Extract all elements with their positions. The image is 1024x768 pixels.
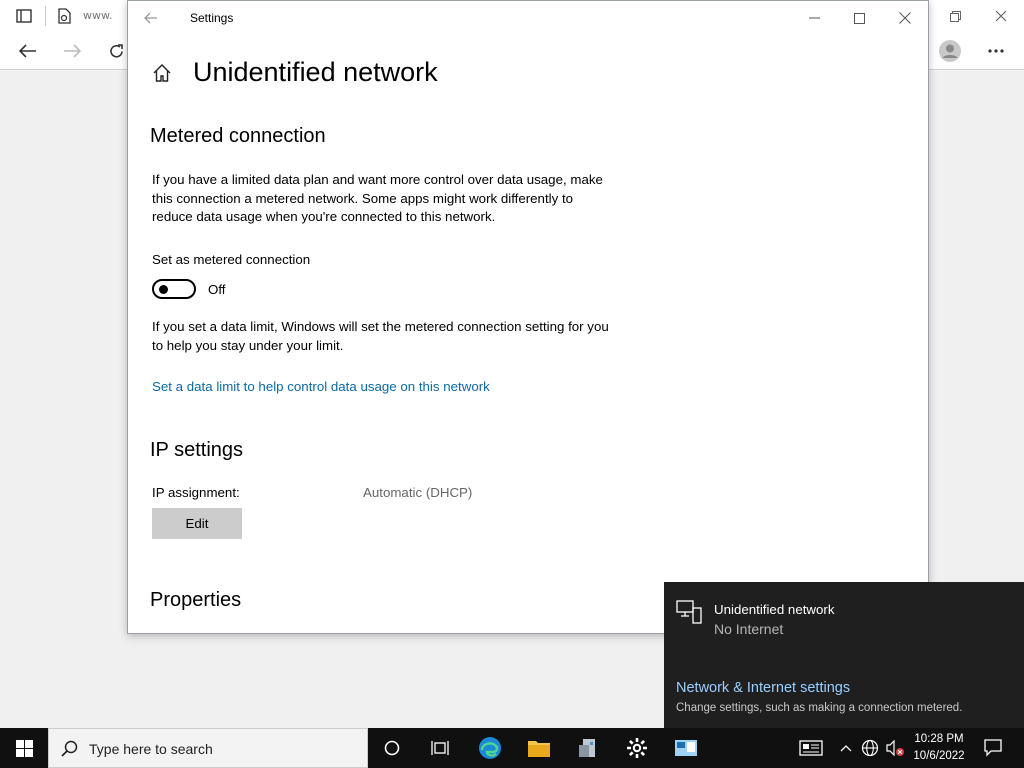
taskbar-search-box[interactable]: Type here to search	[48, 728, 368, 768]
network-control-panel-icon[interactable]	[662, 728, 710, 768]
ip-assignment-label: IP assignment:	[152, 485, 240, 500]
ip-settings-heading: IP settings	[150, 439, 244, 461]
home-icon[interactable]	[152, 63, 172, 83]
network-flyout: Unidentified network No Internet Network…	[664, 582, 1024, 728]
settings-gear-icon[interactable]	[613, 728, 661, 768]
task-view-icon[interactable]	[416, 728, 464, 768]
minimize-icon[interactable]	[799, 6, 829, 30]
metered-toggle-label: Set as metered connection	[152, 252, 311, 267]
start-button[interactable]	[0, 728, 48, 768]
ip-assignment-value: Automatic (DHCP)	[363, 485, 473, 500]
restore-icon[interactable]	[944, 6, 966, 26]
edit-ip-button[interactable]: Edit	[152, 508, 242, 539]
refresh-icon[interactable]	[104, 41, 128, 61]
volume-muted-icon[interactable]	[884, 728, 906, 768]
back-arrow-icon[interactable]	[16, 41, 40, 61]
set-data-limit-link[interactable]: Set a data limit to help control data us…	[152, 379, 490, 394]
action-center-icon[interactable]	[978, 728, 1008, 768]
data-limit-note: If you set a data limit, Windows will se…	[152, 319, 609, 353]
clock-time: 10:28 PM	[914, 733, 964, 745]
close-icon[interactable]	[890, 6, 920, 30]
taskbar: Type here to search 10:28 PM 10/6/2022	[0, 728, 1024, 768]
server-manager-icon[interactable]	[565, 728, 613, 768]
tab-favicon-icon	[56, 8, 72, 24]
toggle-state-label: Off	[208, 282, 226, 297]
cortana-icon[interactable]	[368, 728, 416, 768]
properties-heading: Properties	[150, 589, 242, 611]
metered-description: If you have a limited data plan and want…	[152, 172, 603, 224]
toggle-knob	[159, 285, 168, 294]
back-arrow-icon[interactable]	[144, 9, 158, 28]
page-title: Unidentified network	[193, 57, 438, 87]
window-title: Settings	[190, 11, 234, 25]
tab-actions-icon[interactable]	[14, 7, 34, 25]
search-icon	[61, 740, 78, 761]
news-widget-icon[interactable]	[796, 728, 826, 768]
taskbar-clock[interactable]: 10:28 PM 10/6/2022	[908, 731, 970, 765]
profile-avatar-icon[interactable]	[938, 39, 962, 63]
metered-connection-heading: Metered connection	[150, 125, 326, 147]
flyout-network-status: No Internet	[714, 621, 784, 637]
chevron-up-icon[interactable]	[838, 728, 854, 768]
metered-toggle[interactable]	[152, 279, 196, 299]
close-icon[interactable]	[990, 6, 1012, 26]
title-bar: Settings	[128, 1, 928, 35]
clock-date: 10/6/2022	[913, 750, 965, 762]
maximize-icon[interactable]	[844, 6, 874, 30]
file-explorer-icon[interactable]	[515, 728, 563, 768]
network-internet-settings-link[interactable]: Network & Internet settings	[676, 680, 850, 696]
ethernet-network-icon	[676, 600, 702, 624]
more-menu-icon[interactable]	[984, 41, 1008, 61]
edge-browser-icon[interactable]	[466, 728, 514, 768]
tab-divider	[45, 6, 46, 26]
globe-network-icon[interactable]	[860, 728, 880, 768]
forward-arrow-icon[interactable]	[60, 41, 84, 61]
network-settings-subtext: Change settings, such as making a connec…	[676, 702, 963, 714]
tab-title[interactable]: www.	[83, 9, 112, 22]
search-placeholder: Type here to search	[89, 741, 213, 757]
flyout-network-name[interactable]: Unidentified network	[714, 602, 834, 617]
windows-logo-icon	[15, 739, 33, 757]
settings-window: Settings Unidentified network Metered co…	[127, 0, 929, 634]
